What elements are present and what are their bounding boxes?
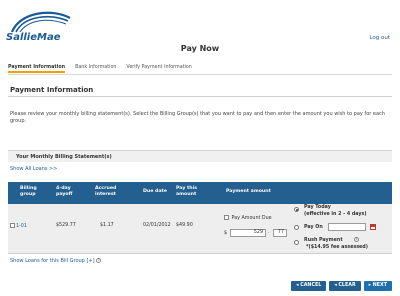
pay-amount-due-option[interactable]: Pay Amount Due	[224, 215, 272, 221]
next-button[interactable]: ▸ NEXT	[363, 281, 392, 291]
billing-group-cell[interactable]: 1-01	[10, 223, 27, 229]
pay-today-label: Pay Today	[304, 205, 331, 210]
section-divider	[8, 96, 392, 97]
pay-on-date-input[interactable]	[328, 223, 366, 231]
col-pay-this-amount: Pay this amount	[176, 186, 197, 197]
step-verify-payment: Verify Payment Information	[126, 65, 192, 70]
pay-today-option[interactable]	[294, 207, 299, 213]
pay-amount-due-label: Pay Amount Due	[231, 216, 272, 221]
info-icon[interactable]: ?	[96, 258, 102, 263]
col-billing-group: Billing group	[20, 186, 37, 197]
payment-cents-input[interactable]: 77	[273, 229, 287, 237]
step-payment-information: Payment Information	[8, 65, 66, 73]
statements-header-bar: Your Monthly Billing Statement(s)	[8, 150, 392, 162]
billing-group-checkbox[interactable]	[10, 223, 15, 228]
intro-text: Please review your monthly billing state…	[10, 111, 385, 124]
cancel-button[interactable]: ◂ CANCEL	[291, 281, 327, 291]
accrued-value: $1.17	[100, 223, 114, 228]
step-indicator: Payment Information Bank Information Ver…	[8, 65, 192, 73]
next-label: NEXT	[372, 283, 387, 288]
currency-symbol: $	[224, 231, 228, 236]
table-header: Billing group 4-day payoff Accrued inter…	[8, 182, 392, 204]
calendar-icon[interactable]	[370, 224, 376, 230]
pay-today-radio[interactable]	[294, 207, 299, 212]
logout-link[interactable]: Log out	[369, 35, 390, 41]
pay-this-amount-value: $49.90	[176, 223, 193, 228]
rush-payment-fee: *($14.95 fee assessed)	[306, 245, 368, 250]
payment-dollars-input[interactable]: 529	[230, 229, 266, 237]
logo-text: SallieMae	[6, 32, 61, 43]
sallie-mae-logo: SallieMae	[6, 6, 72, 46]
cancel-label: CANCEL	[300, 283, 322, 288]
show-loans-label[interactable]: Show Loans for this Bill Group [+]	[10, 258, 95, 264]
rush-payment-label: Rush Payment	[304, 238, 343, 243]
show-loans-for-bill-group-link[interactable]: Show Loans for this Bill Group [+] ?	[10, 258, 102, 264]
clear-button[interactable]: ◂ CLEAR	[329, 281, 361, 291]
decimal-point: .	[268, 230, 270, 235]
pay-today-note: (effective in 2 - 4 days)	[304, 212, 367, 217]
table-row: 1-01 $529.77 $1.17 02/01/2012 $49.90 Pay…	[8, 204, 392, 254]
pay-amount-due-checkbox[interactable]	[224, 215, 229, 220]
billing-group-link[interactable]: 1-01	[16, 224, 27, 229]
col-payment-amount: Payment amount	[226, 189, 271, 194]
section-title: Payment Information	[10, 86, 94, 94]
step-bank-information: Bank Information	[75, 65, 117, 70]
pay-on-option[interactable]	[294, 225, 299, 231]
pay-on-label: Pay On	[304, 225, 323, 230]
rush-payment-radio[interactable]	[294, 240, 299, 245]
col-payoff: 4-day payoff	[56, 186, 73, 197]
action-buttons: ◂ CANCEL ◂ CLEAR ▸ NEXT	[291, 281, 392, 291]
show-all-loans-link[interactable]: Show All Loans >>	[10, 166, 57, 172]
col-due-date: Due date	[143, 189, 167, 194]
page-title: Pay Now	[180, 44, 220, 53]
arc-logo-icon	[10, 11, 71, 33]
col-accrued: Accrued interest	[95, 186, 117, 197]
payoff-value: $529.77	[56, 223, 76, 228]
info-icon[interactable]: i	[354, 237, 359, 243]
rush-payment-option[interactable]	[294, 240, 299, 246]
due-date-value: 02/01/2012	[143, 223, 171, 228]
statements-title: Your Monthly Billing Statement(s)	[16, 154, 112, 160]
steps-divider	[8, 74, 392, 75]
pay-on-radio[interactable]	[294, 225, 299, 230]
clear-label: CLEAR	[338, 283, 356, 288]
